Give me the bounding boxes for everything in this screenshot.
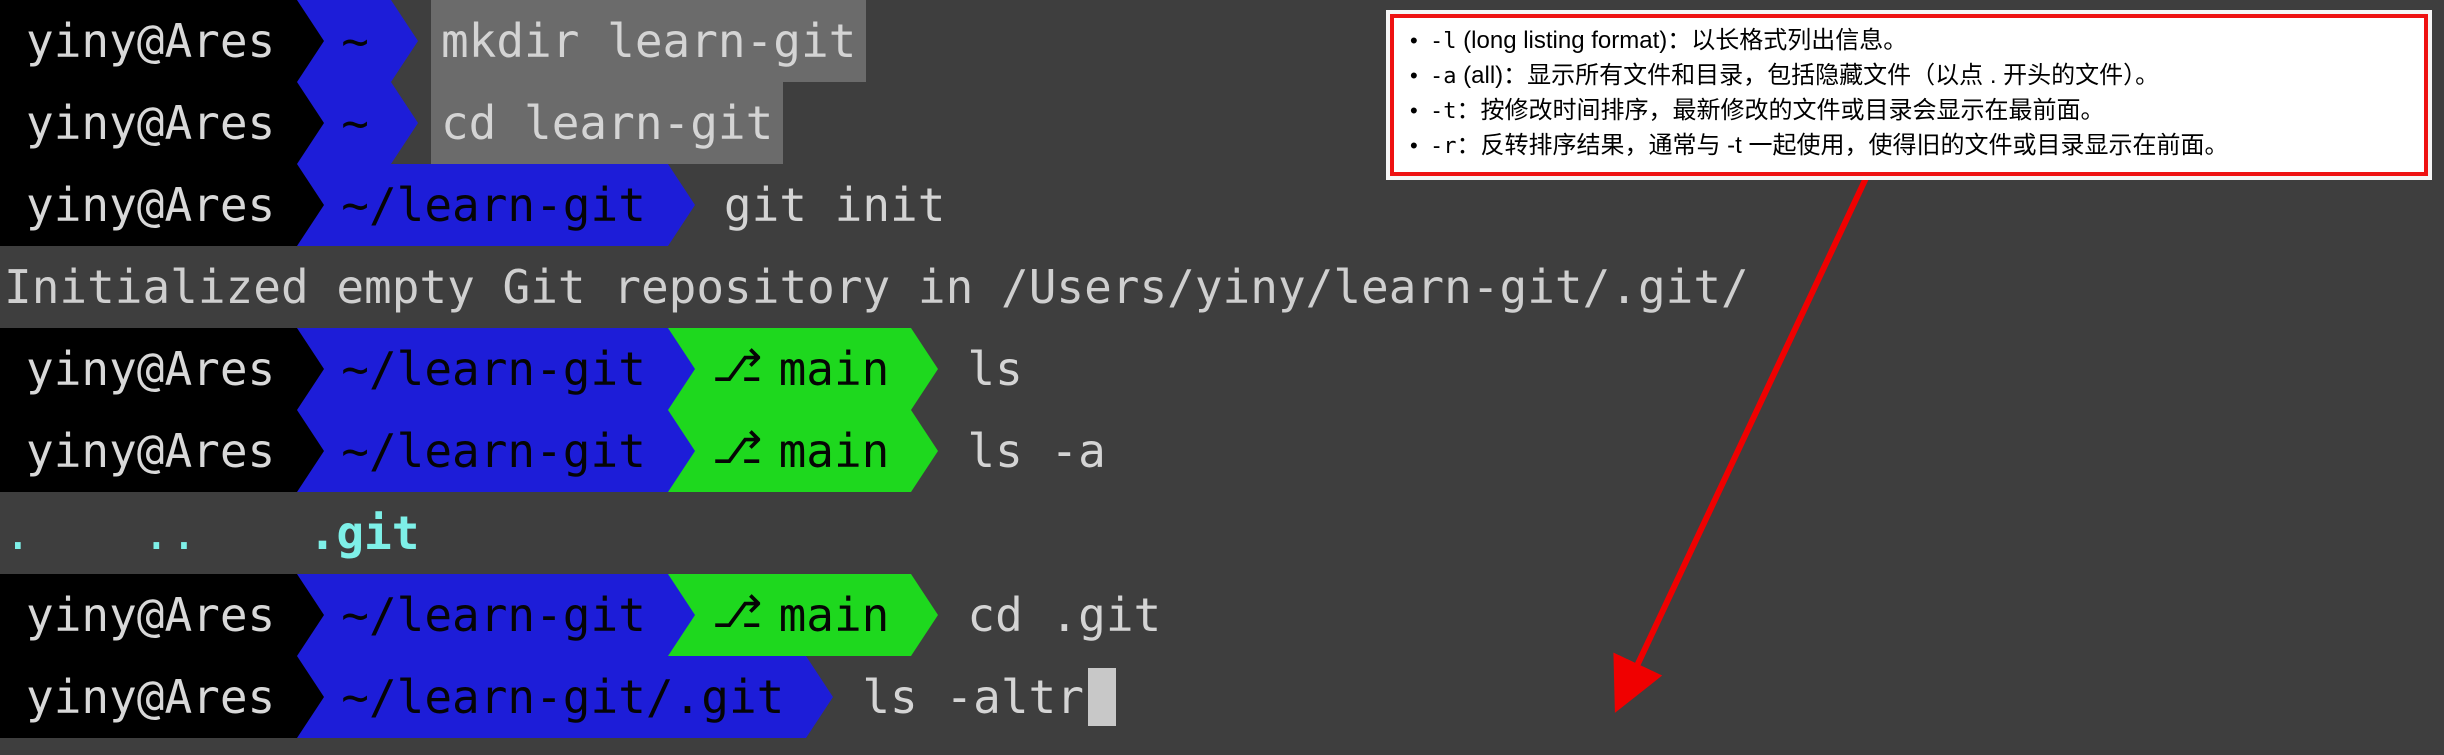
prompt-user-host: yiny@Ares [0,82,325,164]
git-branch-icon: ⎇ [711,423,763,474]
command-text[interactable]: mkdir learn-git [430,0,867,82]
listing-entry-dotdot: .. [142,506,198,560]
git-branch-icon: ⎇ [711,341,763,392]
powerline-prompt: yiny@Ares ~ [0,0,418,82]
command-text[interactable]: git init [720,164,950,246]
flag-code: -l [1430,29,1457,54]
callout-bullet: -a (all)：显示所有文件和目录，包括隐藏文件（以点 . 开头的文件）。 [1404,59,2414,94]
prompt-path: ~/learn-git/.git [297,656,834,738]
prompt-user-host: yiny@Ares [0,328,325,410]
branch-name: main [778,342,890,396]
powerline-prompt: yiny@Ares ~/learn-git ⎇ main [0,328,939,410]
flag-code: -t [1430,99,1457,124]
git-branch-icon: ⎇ [711,587,763,638]
bullet-text: (all)：显示所有文件和目录，包括隐藏文件（以点 . 开头的文件）。 [1456,62,2160,89]
command-text[interactable]: cd learn-git [430,82,784,164]
annotation-callout: -l (long listing format)：以长格式列出信息。 -a (a… [1390,14,2428,176]
callout-bullet: -r：反转排序结果，通常与 -t 一起使用，使得旧的文件或目录显示在前面。 [1404,129,2414,164]
prompt-git-branch: ⎇ main [667,574,939,656]
powerline-prompt: yiny@Ares ~ [0,82,418,164]
prompt-path: ~/learn-git [297,164,695,246]
terminal-line: yiny@Ares ~/learn-git git init [0,164,2444,246]
branch-name: main [778,424,890,478]
callout-bullet-list: -l (long listing format)：以长格式列出信息。 -a (a… [1404,24,2414,164]
directory-listing: . .. .git [0,492,419,574]
flag-code: -r [1430,134,1457,159]
powerline-prompt: yiny@Ares ~/learn-git [0,164,695,246]
command-text[interactable]: cd .git [963,574,1165,656]
command-text[interactable]: ls -a [963,410,1109,492]
prompt-user-host: yiny@Ares [0,164,325,246]
prompt-git-branch: ⎇ main [667,410,939,492]
prompt-user-host: yiny@Ares [0,574,325,656]
prompt-path: ~/learn-git [297,574,695,656]
prompt-user-host: yiny@Ares [0,410,325,492]
prompt-git-branch: ⎇ main [667,328,939,410]
command-output: Initialized empty Git repository in /Use… [4,260,1749,314]
prompt-path: ~/learn-git [297,328,695,410]
listing-entry-git: .git [308,506,420,560]
terminal-line: yiny@Ares ~/learn-git ⎇ main cd .git [0,574,2444,656]
callout-bullet: -l (long listing format)：以长格式列出信息。 [1404,24,2414,59]
terminal-line: yiny@Ares ~/learn-git/.git ls -altr [0,656,2444,738]
powerline-prompt: yiny@Ares ~/learn-git ⎇ main [0,410,939,492]
bullet-text: (long listing format)：以长格式列出信息。 [1456,27,1908,54]
bullet-text: ：按修改时间排序，最新修改的文件或目录会显示在最前面。 [1456,97,2105,124]
prompt-user-host: yiny@Ares [0,0,325,82]
branch-name: main [778,588,890,642]
powerline-prompt: yiny@Ares ~/learn-git ⎇ main [0,574,939,656]
flag-code: -a [1430,64,1457,89]
listing-entry-dot: . [4,506,32,560]
prompt-path: ~/learn-git [297,410,695,492]
callout-bullet: -t：按修改时间排序，最新修改的文件或目录会显示在最前面。 [1404,94,2414,129]
terminal-line: Initialized empty Git repository in /Use… [0,246,2444,328]
powerline-prompt: yiny@Ares ~/learn-git/.git [0,656,834,738]
prompt-user-host: yiny@Ares [0,656,325,738]
terminal-line: yiny@Ares ~/learn-git ⎇ main ls [0,328,2444,410]
text-cursor [1087,668,1116,726]
terminal-line: . .. .git [0,492,2444,574]
terminal-line: yiny@Ares ~/learn-git ⎇ main ls -a [0,410,2444,492]
command-text[interactable]: ls [963,328,1026,410]
bullet-text: ：反转排序结果，通常与 -t 一起使用，使得旧的文件或目录显示在前面。 [1456,132,2229,159]
command-text[interactable]: ls -altr [858,656,1088,738]
